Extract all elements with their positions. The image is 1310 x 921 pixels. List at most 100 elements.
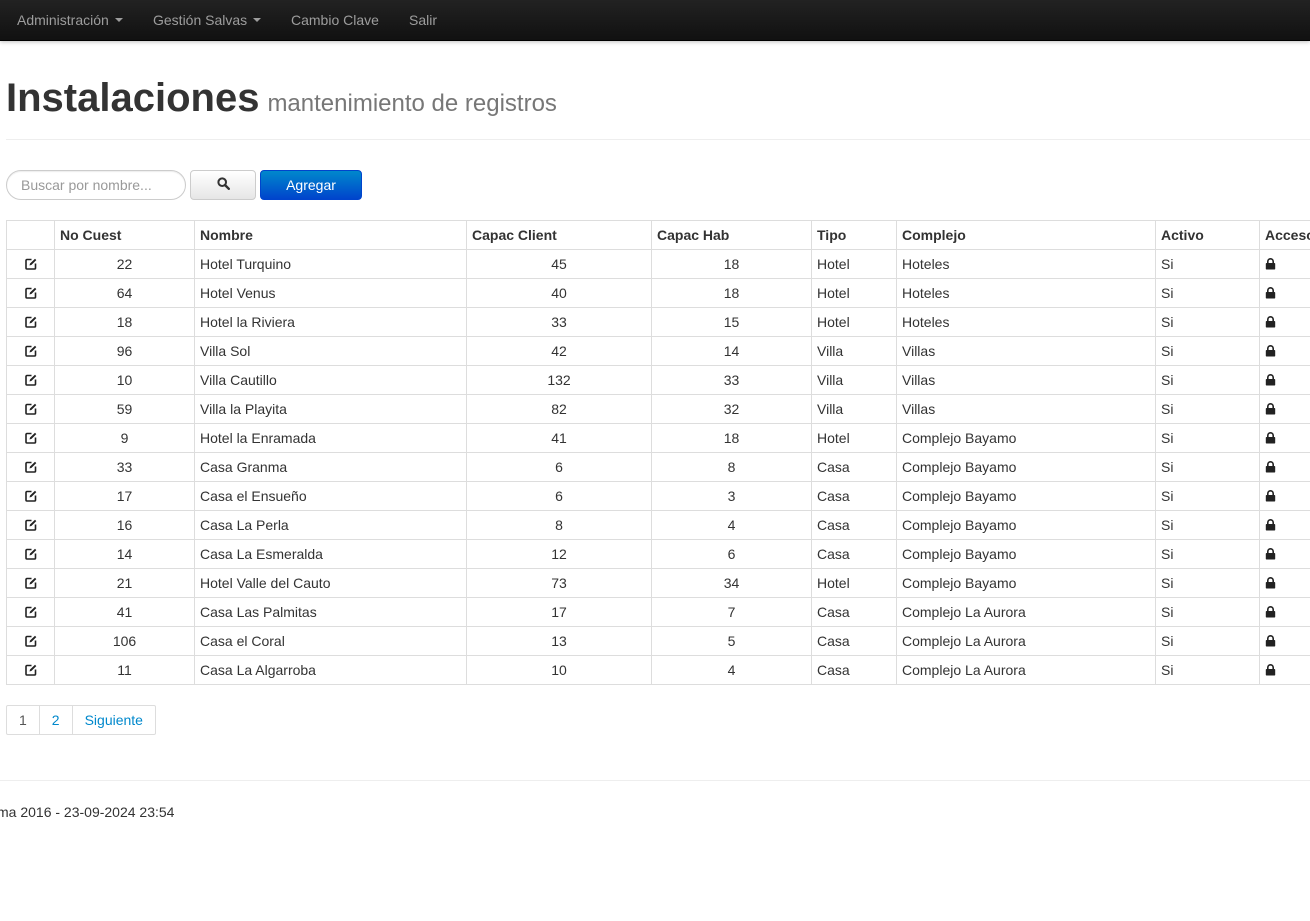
lock-icon [1265, 663, 1276, 679]
nav-gestion-salvas[interactable]: Gestión Salvas [153, 0, 262, 40]
cell-activo: Si [1155, 278, 1260, 308]
cell-activo: Si [1155, 336, 1260, 366]
lock-icon [1265, 257, 1276, 273]
access-button[interactable] [1259, 597, 1310, 627]
edit-button[interactable] [6, 655, 55, 685]
nav-cambio-clave[interactable]: Cambio Clave [291, 0, 379, 40]
cell-nombre: Casa el Coral [194, 626, 467, 656]
page-2-link[interactable]: 2 [38, 705, 73, 735]
edit-button[interactable] [6, 365, 55, 395]
col-header-acceso[interactable]: Acceso [1259, 220, 1310, 250]
col-header-capac-hab[interactable]: Capac Hab [651, 220, 812, 250]
page-subtitle: mantenimiento de registros [267, 90, 557, 117]
cell-capac-client: 17 [466, 597, 652, 627]
access-button[interactable] [1259, 626, 1310, 656]
cell-tipo: Casa [811, 655, 897, 685]
cell-capac-client: 132 [466, 365, 652, 395]
cell-capac-client: 82 [466, 394, 652, 424]
edit-button[interactable] [6, 423, 55, 453]
edit-button[interactable] [6, 278, 55, 308]
page-title: Instalaciones [6, 76, 260, 120]
access-button[interactable] [1259, 539, 1310, 569]
access-button[interactable] [1259, 423, 1310, 453]
cell-activo: Si [1155, 655, 1260, 685]
edit-icon [24, 431, 37, 447]
nav-salir[interactable]: Salir [409, 0, 437, 40]
col-header-activo[interactable]: Activo [1155, 220, 1260, 250]
access-button[interactable] [1259, 568, 1310, 598]
nav-administracion-label: Administración [17, 12, 109, 28]
col-header-complejo[interactable]: Complejo [896, 220, 1156, 250]
col-header-no-cuest[interactable]: No Cuest [54, 220, 195, 250]
lock-icon [1265, 576, 1276, 592]
cell-capac-hab: 4 [651, 655, 812, 685]
cell-nombre: Casa La Perla [194, 510, 467, 540]
cell-capac-hab: 18 [651, 278, 812, 308]
edit-icon [24, 547, 37, 563]
cell-complejo: Complejo Bayamo [896, 510, 1156, 540]
edit-button[interactable] [6, 597, 55, 627]
cell-complejo: Complejo Bayamo [896, 539, 1156, 569]
nav-administracion[interactable]: Administración [17, 0, 123, 40]
add-button[interactable]: Agregar [260, 170, 362, 200]
cell-complejo: Villas [896, 365, 1156, 395]
access-button[interactable] [1259, 307, 1310, 337]
access-button[interactable] [1259, 336, 1310, 366]
search-input[interactable] [6, 170, 186, 200]
col-header-capac-client[interactable]: Capac Client [466, 220, 652, 250]
cell-no-cuest: 17 [54, 481, 195, 511]
lock-icon [1265, 431, 1276, 447]
table-row: 64 Hotel Venus 40 18 Hotel Hoteles Si [6, 278, 1310, 308]
access-button[interactable] [1259, 452, 1310, 482]
cell-complejo: Villas [896, 394, 1156, 424]
edit-button[interactable] [6, 452, 55, 482]
cell-complejo: Hoteles [896, 307, 1156, 337]
cell-no-cuest: 16 [54, 510, 195, 540]
cell-activo: Si [1155, 510, 1260, 540]
cell-no-cuest: 59 [54, 394, 195, 424]
edit-button[interactable] [6, 626, 55, 656]
cell-tipo: Hotel [811, 568, 897, 598]
page-1-link[interactable]: 1 [6, 705, 40, 735]
edit-button[interactable] [6, 394, 55, 424]
cell-complejo: Villas [896, 336, 1156, 366]
table-row: 11 Casa La Algarroba 10 4 Casa Complejo La Au… [6, 655, 1310, 685]
cell-capac-hab: 4 [651, 510, 812, 540]
access-button[interactable] [1259, 481, 1310, 511]
cell-activo: Si [1155, 307, 1260, 337]
col-header-nombre[interactable]: Nombre [194, 220, 467, 250]
cell-capac-hab: 18 [651, 249, 812, 279]
edit-button[interactable] [6, 539, 55, 569]
top-navbar: Administración Gestión Salvas Cambio Cla… [0, 0, 1310, 41]
search-button[interactable] [190, 170, 256, 200]
edit-button[interactable] [6, 481, 55, 511]
cell-capac-hab: 18 [651, 423, 812, 453]
next-page-link[interactable]: Siguiente [71, 705, 156, 735]
edit-button[interactable] [6, 249, 55, 279]
cell-capac-client: 12 [466, 539, 652, 569]
access-button[interactable] [1259, 655, 1310, 685]
cell-tipo: Casa [811, 626, 897, 656]
access-button[interactable] [1259, 278, 1310, 308]
lock-icon [1265, 605, 1276, 621]
edit-button[interactable] [6, 510, 55, 540]
cell-activo: Si [1155, 423, 1260, 453]
access-button[interactable] [1259, 510, 1310, 540]
edit-button[interactable] [6, 336, 55, 366]
access-button[interactable] [1259, 394, 1310, 424]
header-divider [6, 139, 1310, 140]
table-row: 106 Casa el Coral 13 5 Casa Complejo La Auror… [6, 626, 1310, 656]
access-button[interactable] [1259, 365, 1310, 395]
edit-button[interactable] [6, 307, 55, 337]
table-row: 9 Hotel la Enramada 41 18 Hotel Complejo Baya… [6, 423, 1310, 453]
edit-icon [24, 286, 37, 302]
cell-capac-hab: 8 [651, 452, 812, 482]
access-button[interactable] [1259, 249, 1310, 279]
col-header-tipo[interactable]: Tipo [811, 220, 897, 250]
table-row: 17 Casa el Ensueño 6 3 Casa Complejo Bayamo Si [6, 481, 1310, 511]
edit-icon [24, 315, 37, 331]
cell-capac-client: 42 [466, 336, 652, 366]
cell-tipo: Villa [811, 365, 897, 395]
edit-button[interactable] [6, 568, 55, 598]
lock-icon [1265, 634, 1276, 650]
